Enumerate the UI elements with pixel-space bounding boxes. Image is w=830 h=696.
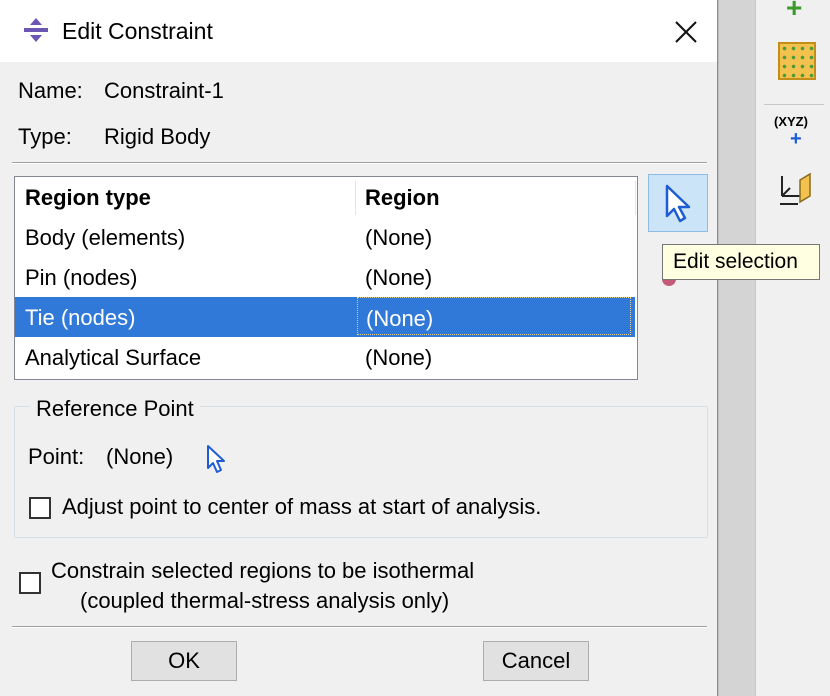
isothermal-label-line2[interactable]: (coupled thermal-stress analysis only) — [80, 588, 449, 614]
reference-point-group-title: Reference Point — [30, 396, 200, 422]
column-divider[interactable] — [355, 181, 356, 215]
separator — [12, 162, 707, 164]
region-type-cell: Pin (nodes) — [25, 265, 138, 290]
constraint-icon — [22, 16, 50, 49]
xyz-point-icon[interactable]: + — [790, 128, 802, 151]
column-divider[interactable] — [635, 181, 636, 215]
point-value: (None) — [106, 444, 174, 469]
region-type-cell: Analytical Surface — [25, 345, 202, 370]
region-type-cell: Tie (nodes) — [25, 305, 136, 330]
table-row[interactable]: Pin (nodes) (None) — [15, 257, 635, 297]
toolbar-separator — [764, 104, 824, 105]
edit-selection-tooltip: Edit selection — [662, 244, 820, 280]
close-button[interactable] — [664, 12, 708, 52]
datum-csys-icon[interactable] — [776, 166, 820, 215]
close-icon — [675, 21, 697, 43]
name-value: Constraint-1 — [104, 78, 224, 103]
separator — [12, 626, 707, 628]
type-value: Rigid Body — [104, 124, 211, 149]
region-cell: (None) — [365, 265, 433, 290]
isothermal-checkbox[interactable] — [19, 572, 41, 594]
table-header: Region type Region — [15, 177, 636, 217]
region-type-cell: Body (elements) — [25, 225, 186, 250]
column-header-region[interactable]: Region — [365, 185, 440, 211]
cancel-button[interactable]: Cancel — [483, 641, 589, 681]
plus-icon[interactable]: + — [786, 0, 802, 24]
xyz-point-icon-label[interactable]: (XYZ) — [774, 114, 808, 129]
region-table: Region type Region Body (elements) (None… — [14, 176, 638, 380]
region-cell: (None) — [357, 297, 631, 335]
adjust-center-of-mass-checkbox[interactable] — [29, 497, 51, 519]
region-cell: (None) — [365, 225, 433, 250]
table-row[interactable]: Analytical Surface (None) — [15, 337, 635, 377]
cursor-arrow-icon — [665, 184, 691, 223]
point-label: Point: — [28, 444, 85, 469]
isothermal-label-line1[interactable]: Constrain selected regions to be isother… — [51, 558, 474, 584]
select-point-cursor-icon[interactable] — [204, 444, 228, 479]
adjust-center-of-mass-label[interactable]: Adjust point to center of mass at start … — [62, 494, 541, 520]
column-header-region-type[interactable]: Region type — [25, 185, 151, 211]
name-label: Name: — [18, 78, 83, 103]
dialog-title: Edit Constraint — [62, 18, 213, 44]
region-cell: (None) — [365, 345, 433, 370]
mesh-grid-icon[interactable] — [778, 42, 816, 80]
title-bar[interactable]: Edit Constraint — [0, 0, 717, 62]
table-row[interactable]: Body (elements) (None) — [15, 217, 635, 257]
edit-selection-button[interactable] — [648, 174, 708, 232]
edit-constraint-dialog: Edit Constraint Name: Constraint-1 Type:… — [0, 0, 718, 696]
type-label: Type: — [18, 124, 72, 149]
ok-button[interactable]: OK — [131, 641, 237, 681]
right-toolbar: + (XYZ) + — [755, 0, 830, 696]
table-row-selected[interactable]: Tie (nodes) (None) — [15, 297, 635, 337]
background-panel-gap — [718, 0, 755, 696]
